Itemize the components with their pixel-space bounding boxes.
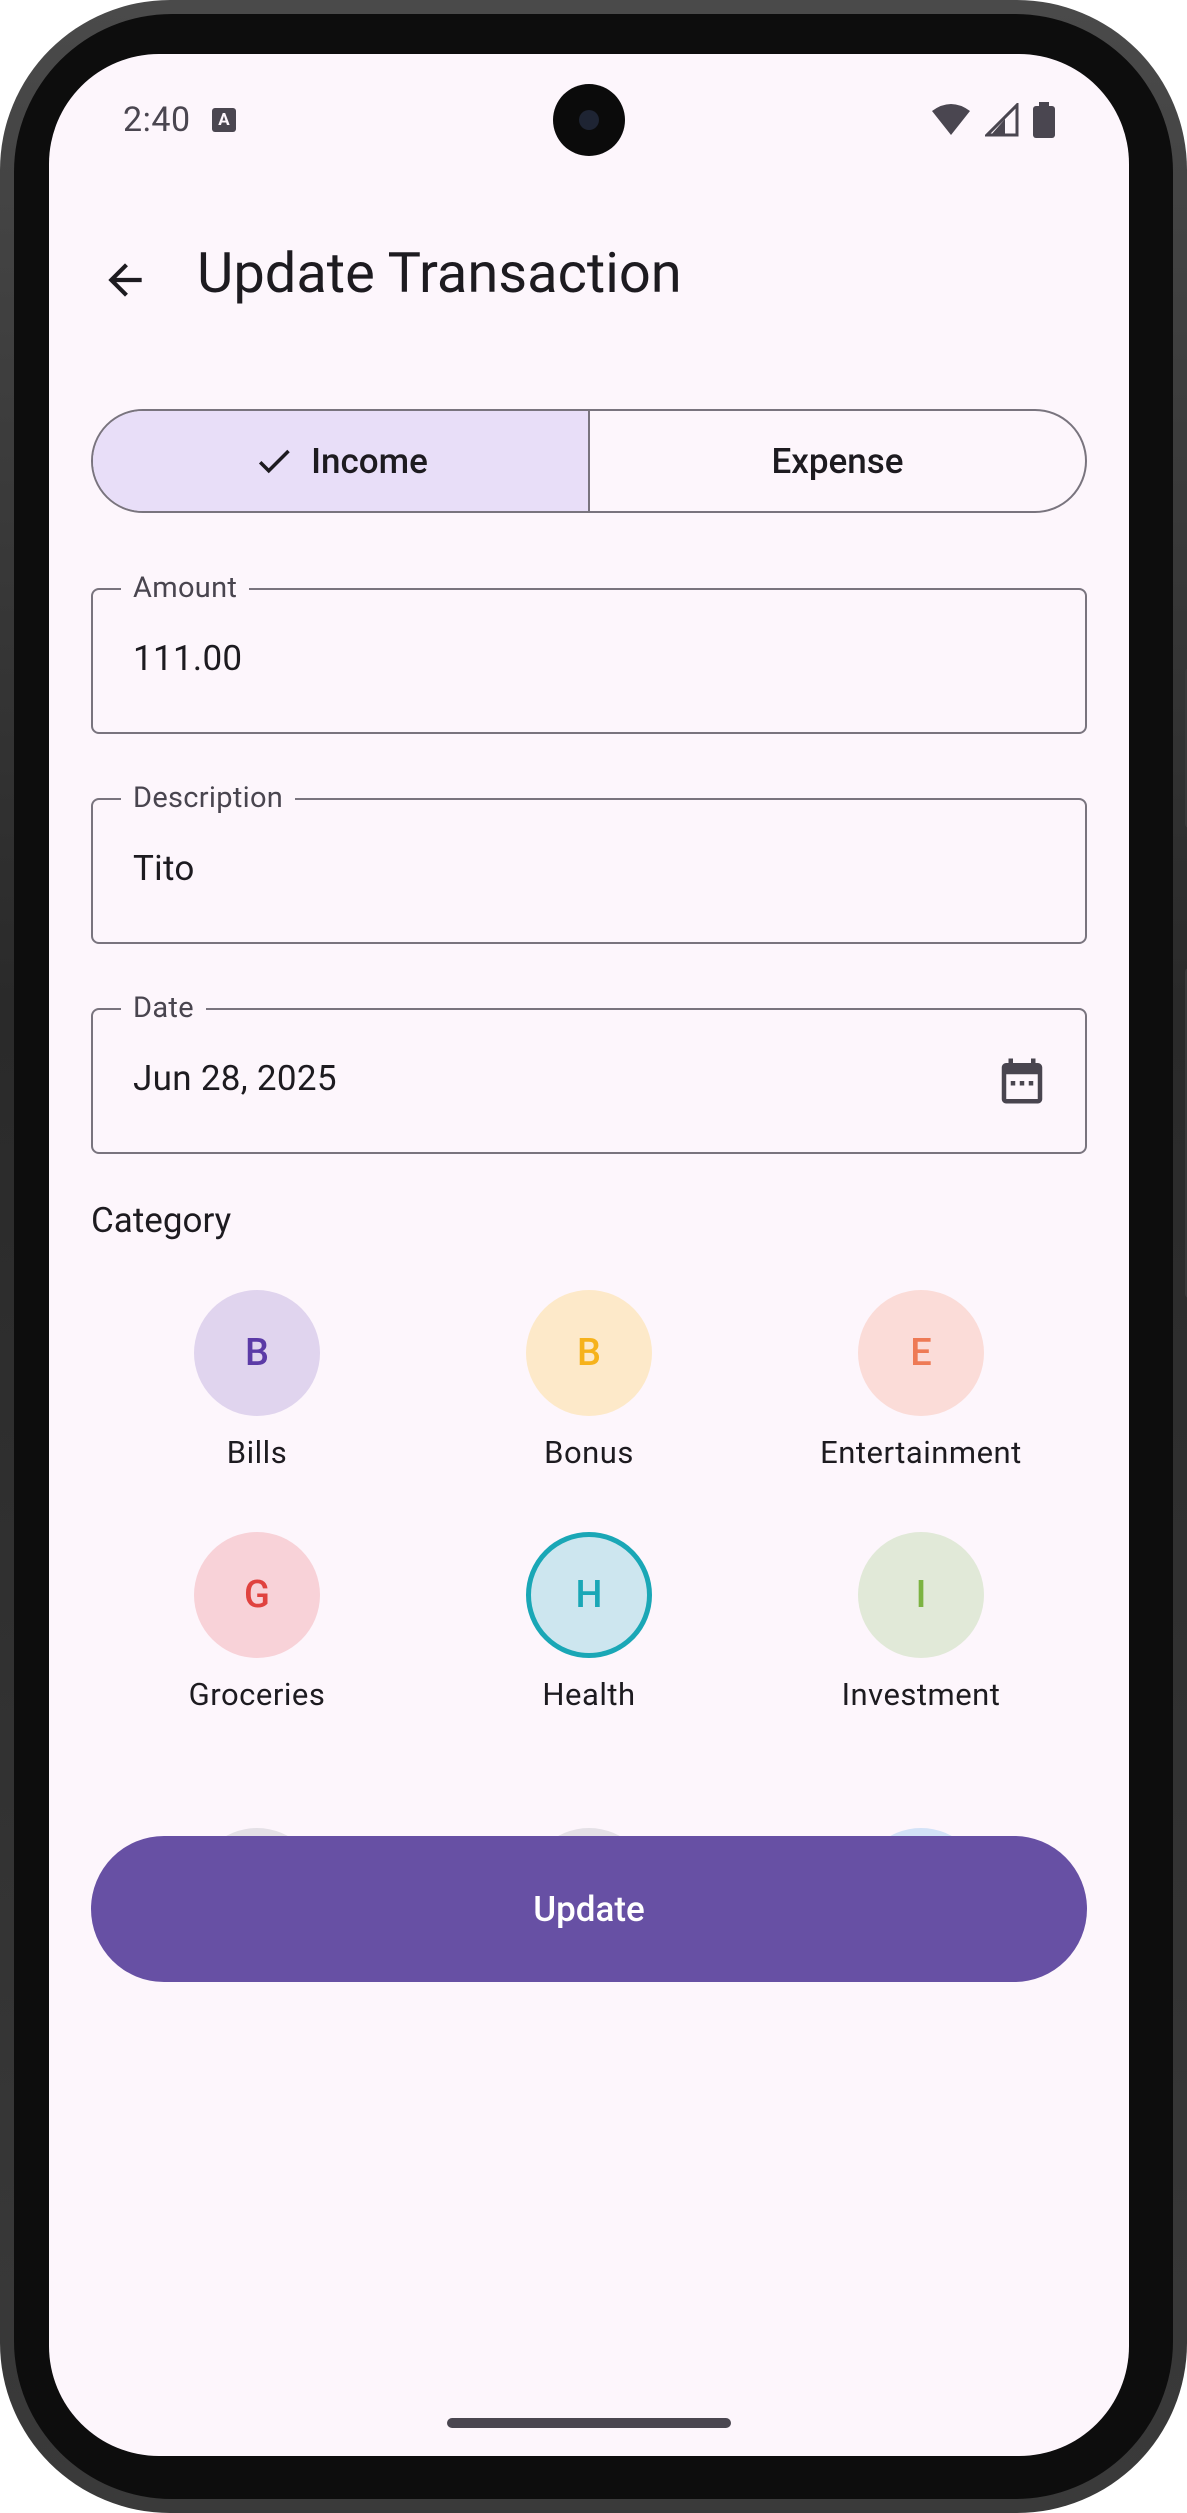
income-label: Income xyxy=(311,440,428,482)
category-name: Groceries xyxy=(188,1676,326,1713)
amount-label: Amount xyxy=(121,571,250,605)
phone-frame: 2:40 A Update Transaction Income Expense… xyxy=(0,0,1187,2513)
category-avatar-selected: H xyxy=(526,1532,652,1658)
category-heading: Category xyxy=(91,1200,232,1241)
category-item-groceries[interactable]: G Groceries xyxy=(91,1532,423,1713)
status-icons xyxy=(931,102,1055,138)
amount-value: 111.00 xyxy=(133,638,243,679)
category-avatar: G xyxy=(194,1532,320,1658)
income-segment[interactable]: Income xyxy=(93,411,590,511)
category-avatar: E xyxy=(858,1290,984,1416)
signal-icon xyxy=(985,103,1019,137)
expense-segment[interactable]: Expense xyxy=(590,411,1085,511)
wifi-icon xyxy=(932,104,970,135)
category-name: Bonus xyxy=(544,1434,634,1471)
status-time: 2:40 xyxy=(123,100,191,140)
description-field[interactable]: Description Tito xyxy=(91,781,1087,944)
category-name: Investment xyxy=(841,1676,1001,1713)
update-button[interactable]: Update xyxy=(91,1836,1087,1982)
category-item-entertainment[interactable]: E Entertainment xyxy=(755,1290,1087,1471)
category-avatar: B xyxy=(526,1290,652,1416)
description-label: Description xyxy=(121,781,296,815)
category-grid: B Bills B Bonus E Entertainment G Grocer… xyxy=(91,1290,1087,1848)
battery-icon xyxy=(1033,102,1055,138)
amount-field[interactable]: Amount 111.00 xyxy=(91,571,1087,734)
category-item-bonus[interactable]: B Bonus xyxy=(423,1290,755,1471)
page-title: Update Transaction xyxy=(197,240,682,306)
app-screen: 2:40 A Update Transaction Income Expense… xyxy=(49,54,1129,2456)
category-item-health[interactable]: H Health xyxy=(423,1532,755,1713)
back-button[interactable] xyxy=(89,244,161,316)
category-avatar: B xyxy=(194,1290,320,1416)
category-item-bills[interactable]: B Bills xyxy=(91,1290,423,1471)
check-icon xyxy=(259,449,290,474)
category-name: Entertainment xyxy=(820,1434,1022,1471)
category-item-investment[interactable]: I Investment xyxy=(755,1532,1087,1713)
date-label: Date xyxy=(121,991,206,1025)
transaction-type-toggle: Income Expense xyxy=(91,409,1087,513)
category-avatar: I xyxy=(858,1532,984,1658)
calendar-icon[interactable] xyxy=(995,1054,1049,1108)
date-value: Jun 28, 2025 xyxy=(133,1058,337,1099)
notification-icon: A xyxy=(212,108,236,132)
home-indicator[interactable] xyxy=(447,2418,731,2428)
expense-label: Expense xyxy=(771,440,904,482)
description-value: Tito xyxy=(133,848,195,889)
category-name: Health xyxy=(542,1676,636,1713)
date-field[interactable]: Date Jun 28, 2025 xyxy=(91,991,1087,1154)
category-name: Bills xyxy=(226,1434,288,1471)
arrow-back-icon xyxy=(108,263,142,297)
front-camera xyxy=(553,84,625,156)
